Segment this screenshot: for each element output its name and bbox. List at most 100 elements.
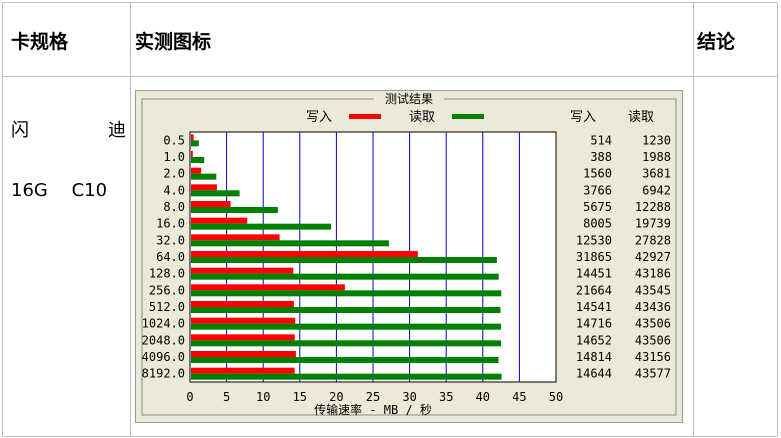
bar-write: [191, 217, 248, 224]
header-card-spec: 卡规格: [11, 31, 69, 53]
bar-write: [191, 284, 345, 291]
value-write: 5675: [583, 200, 612, 214]
category-label: 8.0: [163, 200, 185, 214]
category-label: 512.0: [149, 300, 185, 314]
category-label: 64.0: [156, 250, 185, 264]
category-label: 128.0: [149, 267, 185, 281]
bar-read: [191, 257, 497, 263]
bar-write: [191, 267, 294, 274]
legend-read-swatch: [452, 114, 484, 119]
x-tick-label: 25: [366, 390, 380, 404]
category-label: 0.5: [163, 133, 185, 147]
bar-write: [191, 367, 295, 374]
value-write: 3766: [583, 183, 612, 197]
category-label: 32.0: [156, 233, 185, 247]
category-label: 16.0: [156, 217, 185, 231]
x-tick-label: 10: [256, 390, 270, 404]
chart-panel: 测试结果 写入 读取 0 5 10 15 20 25 30 35 40 45 50 传输速率 - MB / …: [135, 90, 683, 423]
value-read: 43577: [635, 367, 671, 381]
bar-write: [191, 184, 217, 191]
bar-read: [191, 357, 499, 363]
bar-read: [191, 140, 199, 147]
legend-write-label: 写入: [306, 110, 332, 125]
x-tick-label: 0: [186, 390, 193, 404]
x-tick-label: 15: [293, 390, 307, 404]
value-read: 12288: [635, 200, 671, 214]
value-read: 43506: [635, 333, 671, 347]
value-read: 43436: [635, 300, 671, 314]
value-write: 1560: [583, 167, 612, 181]
value-read: 43186: [635, 267, 671, 281]
x-axis-label: 传输速率 - MB / 秒: [314, 402, 432, 417]
bar-read: [191, 240, 389, 247]
conclusion-cell: [693, 76, 778, 437]
header-conclusion: 结论: [697, 31, 736, 53]
category-label: 4.0: [163, 183, 185, 197]
value-write: 14644: [576, 367, 612, 381]
header-cell-conclusion: 结论: [693, 2, 778, 77]
bar-read: [191, 207, 278, 213]
bar-write: [191, 251, 418, 257]
value-write: 14652: [576, 333, 612, 347]
value-write: 31865: [576, 250, 612, 264]
category-label: 8192.0: [142, 367, 185, 381]
legend-write-swatch: [349, 114, 381, 119]
value-read: 19739: [635, 217, 671, 231]
value-read: 3681: [642, 167, 671, 181]
x-tick-label: 45: [512, 390, 526, 404]
card-spec-text: 闪 迪 16G C10: [11, 120, 126, 201]
value-read: 43545: [635, 283, 671, 297]
value-read: 43506: [635, 317, 671, 331]
value-header-read: 读取: [628, 110, 654, 125]
chart-title: 测试结果: [385, 91, 433, 106]
bar-read: [191, 273, 499, 280]
category-label: 4096.0: [142, 350, 185, 364]
value-write: 12530: [576, 233, 612, 247]
category-label: 256.0: [149, 283, 185, 297]
card-spec-cell: 闪 迪 16G C10: [2, 76, 131, 437]
value-write: 21664: [576, 283, 612, 297]
value-read: 42927: [635, 250, 671, 264]
value-write: 388: [590, 150, 612, 164]
bar-read: [191, 157, 205, 163]
value-read: 27828: [635, 233, 671, 247]
value-write: 14451: [576, 267, 612, 281]
legend-read-label: 读取: [409, 110, 435, 125]
value-read: 1230: [642, 133, 671, 147]
bar-read: [191, 190, 240, 197]
value-read: 43156: [635, 350, 671, 364]
x-tick-label: 5: [223, 390, 230, 404]
bar-write: [191, 234, 280, 241]
bar-write: [191, 334, 295, 341]
category-label: 1024.0: [142, 317, 185, 331]
value-read: 1988: [642, 150, 671, 164]
category-label: 1.0: [163, 150, 185, 164]
header-cell-card-spec: 卡规格: [2, 2, 131, 77]
bar-read: [191, 373, 502, 380]
bar-write: [191, 167, 202, 174]
bar-read: [191, 173, 217, 180]
x-tick-label: 35: [439, 390, 453, 404]
category-label: 2048.0: [142, 333, 185, 347]
value-write: 14814: [576, 350, 612, 364]
bar-write: [191, 151, 193, 157]
header-chart: 实测图标: [135, 31, 212, 53]
value-write: 8005: [583, 217, 612, 231]
x-tick-label: 30: [402, 390, 416, 404]
benchmark-chart: 测试结果写入 读取 0 5 10 15 20 25 30 35 40 45 50 传输速率 - MB / …: [141, 91, 677, 417]
bar-write: [191, 351, 296, 357]
value-write: 14541: [576, 300, 612, 314]
bar-read: [191, 323, 501, 330]
bar-write: [191, 301, 294, 307]
bar-write: [191, 201, 231, 207]
value-read: 6942: [642, 183, 671, 197]
header-cell-chart: 实测图标: [130, 2, 694, 77]
value-write: 14716: [576, 317, 612, 331]
value-write: 514: [590, 133, 612, 147]
x-tick-label: 20: [329, 390, 343, 404]
bar-read: [191, 290, 502, 297]
bar-read: [191, 223, 332, 230]
bar-read: [191, 340, 501, 347]
bar-write: [191, 134, 194, 141]
bar-write: [191, 317, 296, 324]
